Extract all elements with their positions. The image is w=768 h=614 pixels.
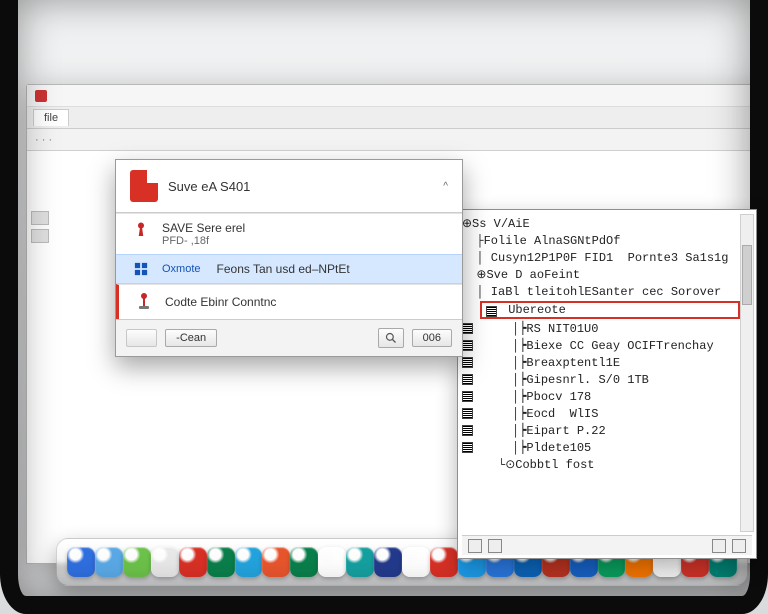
- tree-node-label: │┝Eocd WlIS: [476, 407, 598, 421]
- toolbar-overflow-icon[interactable]: · · ·: [35, 134, 52, 146]
- tree-node-label: │┝RS NIT01U0: [476, 322, 598, 336]
- save-option-row[interactable]: Codte Ebinr Conntnc: [116, 284, 462, 319]
- app-titlebar[interactable]: [27, 85, 768, 107]
- node-icon: [462, 357, 473, 368]
- grid-icon: [130, 262, 152, 276]
- cancel-button[interactable]: -Cean: [165, 329, 217, 347]
- save-option-row[interactable]: SAVE Sere erel PFD- ,18f: [116, 213, 462, 254]
- tree-panel-statusbar: [462, 535, 752, 555]
- tree-node[interactable]: │┝RS NIT01U0: [462, 321, 752, 338]
- node-icon: [486, 306, 497, 317]
- ok-button[interactable]: 006: [412, 329, 452, 347]
- dock-app-icon[interactable]: [346, 547, 374, 577]
- footer-button-disabled: [126, 329, 157, 347]
- status-icon[interactable]: [488, 539, 502, 553]
- mini-sidebar-item[interactable]: [31, 211, 49, 225]
- dock-app-icon[interactable]: [402, 547, 430, 577]
- node-icon: [462, 374, 473, 385]
- scrollbar-thumb[interactable]: [742, 245, 752, 305]
- save-option-sublabel: PFD- ,18f: [162, 235, 245, 247]
- app-logo-icon: [35, 90, 47, 102]
- node-icon: [462, 340, 473, 351]
- tree-panel: ⊕Ss V/AiE ├Folile AlnaSGNtPdOf │ Cusyn12…: [457, 209, 757, 559]
- app-toolbar: · · ·: [27, 129, 768, 151]
- dock-app-icon[interactable]: [290, 547, 318, 577]
- node-icon: [462, 408, 473, 419]
- dock-app-icon[interactable]: [430, 547, 458, 577]
- tree-node[interactable]: │┝Biexe CC Geay OCIFTrenchay: [462, 338, 752, 355]
- tree-node[interactable]: │┝Gipesnrl. S/0 1TB: [462, 372, 752, 389]
- node-icon: [462, 425, 473, 436]
- save-dialog: Suve eA S401 ^ SAVE Sere erel PFD- ,18f …: [115, 159, 463, 357]
- dock-app-icon[interactable]: [67, 547, 95, 577]
- scrollbar[interactable]: [740, 214, 754, 532]
- tree-node[interactable]: │┝Pbocv 178: [462, 389, 752, 406]
- save-dialog-footer: -Cean 006: [116, 319, 462, 356]
- tree-node[interactable]: ⊕Sve D aoFeint: [462, 267, 752, 284]
- dock-app-icon[interactable]: [374, 547, 402, 577]
- tree-node[interactable]: │┝Eocd WlIS: [462, 406, 752, 423]
- node-icon: [462, 323, 473, 334]
- tree-node[interactable]: │┝Pldete105: [462, 440, 752, 457]
- dock-app-icon[interactable]: [179, 547, 207, 577]
- selected-prefix: Oxmote: [162, 263, 207, 275]
- status-icon[interactable]: [468, 539, 482, 553]
- tree-node[interactable]: └⊙Cobbtl fost: [462, 457, 752, 474]
- node-icon: [462, 391, 473, 402]
- pdf-logo-icon: [130, 170, 158, 202]
- tree-node-label: │┝Pldete105: [476, 441, 591, 455]
- tree-node[interactable]: │┝Breaxptentl1E: [462, 355, 752, 372]
- save-dialog-title: Suve eA S401: [168, 179, 250, 194]
- tree-node[interactable]: │ Cusyn12P1P0F FID1 Pornte3 Sa1s1g: [462, 250, 752, 267]
- selected-option-label: Feons Tan usd ed–NPtEt: [217, 262, 350, 276]
- tree-node-label: │┝Breaxptentl1E: [476, 356, 620, 370]
- save-option-row-selected[interactable]: Oxmote Feons Tan usd ed–NPtEt: [116, 254, 462, 284]
- save-dialog-header[interactable]: Suve eA S401 ^: [116, 160, 462, 213]
- node-icon: [462, 442, 473, 453]
- app-body: Suve eA S401 ^ SAVE Sere erel PFD- ,18f …: [27, 151, 768, 563]
- search-icon-button[interactable]: [378, 328, 404, 348]
- tree-node-label: Ubereote: [508, 303, 566, 317]
- dock-app-icon[interactable]: [123, 547, 151, 577]
- dock-app-icon[interactable]: [151, 547, 179, 577]
- tree-node-label: │┝Biexe CC Geay OCIFTrenchay: [476, 339, 714, 353]
- app-tabbar: file: [27, 107, 768, 129]
- dock-app-icon[interactable]: [262, 547, 290, 577]
- tab-file[interactable]: file: [33, 109, 69, 126]
- tree-node-highlighted[interactable]: Ubereote: [480, 301, 740, 319]
- tree-node[interactable]: ├Folile AlnaSGNtPdOf: [462, 233, 752, 250]
- tag-icon: [130, 221, 152, 239]
- tree-node-label: │┝Gipesnrl. S/0 1TB: [476, 373, 649, 387]
- tree-node[interactable]: │┝Eipart P.22: [462, 423, 752, 440]
- mini-sidebar-item[interactable]: [31, 229, 49, 243]
- dock-app-icon[interactable]: [95, 547, 123, 577]
- tree-node-label: │┝Pbocv 178: [476, 390, 591, 404]
- dock-app-icon[interactable]: [235, 547, 263, 577]
- save-option-label: Codte Ebinr Conntnc: [165, 295, 276, 309]
- dock-app-icon[interactable]: [318, 547, 346, 577]
- status-icon[interactable]: [712, 539, 726, 553]
- tree-node[interactable]: ⊕Ss V/AiE: [462, 216, 752, 233]
- status-icon[interactable]: [732, 539, 746, 553]
- app-window: file · · · Suve eA S401 ^ SAVE Sere erel…: [26, 84, 768, 564]
- tree-node[interactable]: │ IaBl tleitohlESanter cec Sorover: [462, 284, 752, 301]
- joystick-icon: [133, 292, 155, 312]
- tree-node-label: │┝Eipart P.22: [476, 424, 606, 438]
- mini-sidebar: [31, 211, 51, 243]
- dock-app-icon[interactable]: [207, 547, 235, 577]
- collapse-caret-icon[interactable]: ^: [443, 181, 448, 192]
- save-option-label: SAVE Sere erel: [162, 221, 245, 235]
